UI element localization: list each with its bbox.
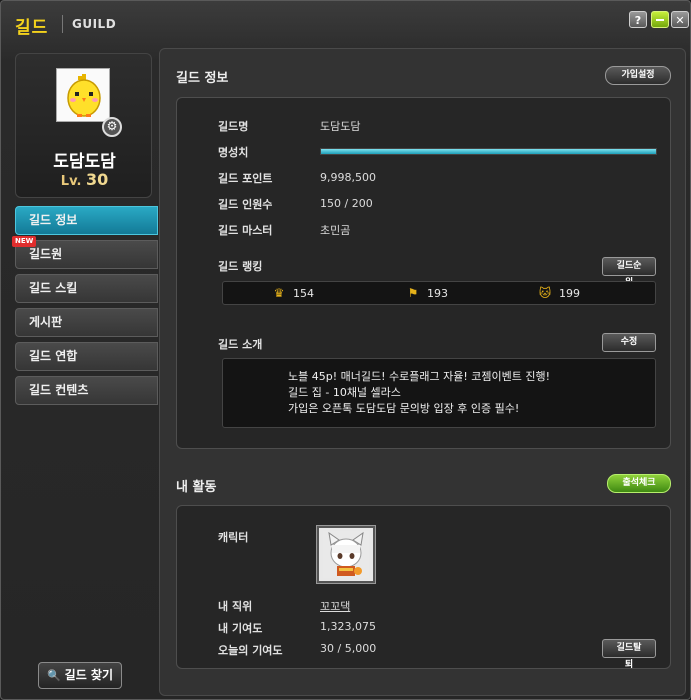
guild-info-heading: 길드 정보 xyxy=(176,71,229,86)
ranking-item: ♛ 154 xyxy=(271,286,314,300)
contribution-label: 내 기여도 xyxy=(218,622,263,635)
guild-points-label: 길드 포인트 xyxy=(218,172,273,185)
window-subtitle: GUILD xyxy=(72,17,117,31)
cat-mask-icon: 🐱 xyxy=(538,286,552,300)
character-label: 캐릭터 xyxy=(218,531,249,544)
guild-name-value: 도담도담 xyxy=(320,120,361,133)
sidebar-nav: 길드 정보 NEW 길드원 길드 스킬 게시판 길드 연합 길드 컨텐츠 xyxy=(12,206,158,410)
member-count-label: 길드 인원수 xyxy=(218,198,273,211)
guild-ranking-label: 길드 랭킹 xyxy=(218,260,263,273)
ranking-value: 193 xyxy=(427,287,448,300)
ranking-value: 199 xyxy=(559,287,580,300)
ranking-value: 154 xyxy=(293,287,314,300)
title-divider xyxy=(62,15,63,33)
minimize-button[interactable] xyxy=(651,11,669,28)
today-contribution-value: 30 / 5,000 xyxy=(320,642,377,655)
join-settings-button[interactable]: 가입설정 xyxy=(605,66,671,85)
guild-name: 도담도담 xyxy=(53,152,116,172)
intro-line: 길드 집 - 10채널 셀라스 xyxy=(288,386,401,399)
guild-window: 길드 GUILD ? ✕ ⚙ 도담도담 Lv. 30 길드 정보 NEW 길드원… xyxy=(0,0,691,700)
ranking-row: ♛ 154 ⚑ 193 🐱 199 xyxy=(222,281,656,305)
guild-emblem[interactable]: ⚙ xyxy=(56,68,122,137)
guild-points-value: 9,998,500 xyxy=(320,171,376,184)
guild-ranking-button[interactable]: 길드순위 xyxy=(602,257,656,288)
guild-intro-box: 노블 45p! 매너길드! 수로플래그 자율! 코젬이벤트 진행! 길드 집 -… xyxy=(222,358,656,428)
character-avatar-icon xyxy=(323,531,369,578)
leave-guild-button[interactable]: 길드탈퇴 xyxy=(602,639,656,670)
nav-item-guild-alliance[interactable]: 길드 연합 xyxy=(15,342,158,371)
title-bar[interactable]: 길드 GUILD ? ✕ xyxy=(1,1,690,45)
edit-intro-button[interactable]: 수정 xyxy=(602,333,656,352)
guild-master-value: 초민곰 xyxy=(320,224,351,237)
ranking-item: 🐱 199 xyxy=(537,286,580,300)
ranking-item: ⚑ 193 xyxy=(405,286,448,300)
guild-master-label: 길드 마스터 xyxy=(218,224,273,237)
position-value: 꼬꼬댁 xyxy=(320,600,351,613)
search-icon: 🔍 xyxy=(46,669,61,682)
fame-label: 명성치 xyxy=(218,146,249,159)
nav-item-guild-info[interactable]: 길드 정보 xyxy=(15,206,158,235)
nav-item-board[interactable]: 게시판 xyxy=(15,308,158,337)
guild-level: Lv. 30 xyxy=(16,170,153,189)
nav-item-guild-members[interactable]: NEW 길드원 xyxy=(12,236,158,269)
fame-progress-fill xyxy=(321,149,656,154)
intro-line: 가입은 오픈톡 도담도담 문의방 입장 후 인증 필수! xyxy=(288,402,520,415)
level-value: 30 xyxy=(85,170,109,189)
new-badge: NEW xyxy=(12,236,37,247)
guild-name-label: 길드명 xyxy=(218,120,249,133)
find-guild-button[interactable]: 🔍 길드 찾기 xyxy=(38,662,122,689)
gear-icon[interactable]: ⚙ xyxy=(102,117,122,137)
my-activity-heading: 내 활동 xyxy=(176,480,217,495)
intro-line: 노블 45p! 매너길드! 수로플래그 자율! 코젬이벤트 진행! xyxy=(288,370,550,383)
chick-emblem-icon xyxy=(67,74,101,117)
attendance-check-button[interactable]: 출석체크 xyxy=(607,474,671,493)
position-label: 내 직위 xyxy=(218,600,253,613)
help-button[interactable]: ? xyxy=(629,11,647,28)
nav-item-guild-skills[interactable]: 길드 스킬 xyxy=(15,274,158,303)
nav-item-guild-contents[interactable]: 길드 컨텐츠 xyxy=(15,376,158,405)
guild-profile-card: ⚙ 도담도담 Lv. 30 xyxy=(15,53,152,198)
contribution-value: 1,323,075 xyxy=(320,620,376,633)
guild-intro-label: 길드 소개 xyxy=(218,338,263,351)
flag-icon: ⚑ xyxy=(407,286,419,300)
close-button[interactable]: ✕ xyxy=(671,11,689,28)
today-contribution-label: 오늘의 기여도 xyxy=(218,644,283,657)
level-prefix: Lv. xyxy=(60,174,82,189)
find-guild-label: 길드 찾기 xyxy=(64,668,114,682)
crown-icon: ♛ xyxy=(273,286,285,300)
character-portrait xyxy=(317,526,375,583)
member-count-value: 150 / 200 xyxy=(320,197,373,210)
window-title: 길드 xyxy=(15,18,49,38)
nav-item-label: 길드원 xyxy=(29,247,63,261)
fame-progress-bar xyxy=(320,148,657,155)
